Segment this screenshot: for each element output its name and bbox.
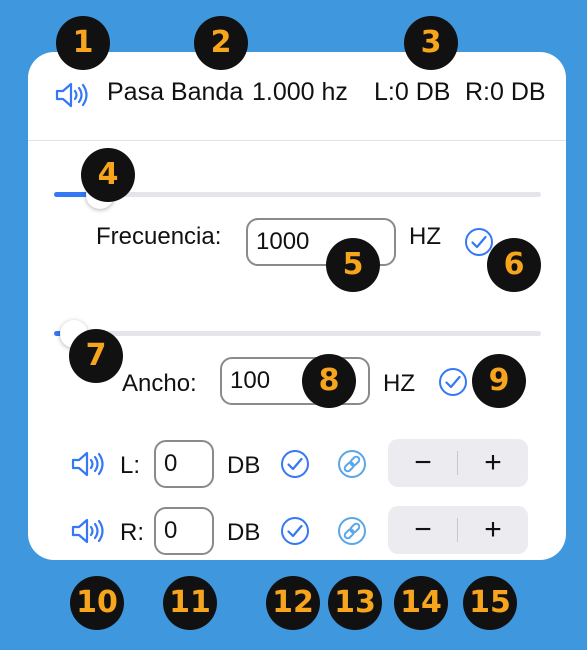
annotation-badge: 4 (81, 148, 135, 202)
annotation-badge: 5 (326, 238, 380, 292)
annotation-badge: 6 (487, 238, 541, 292)
width-unit: HZ (383, 370, 415, 397)
width-slider[interactable] (54, 331, 541, 336)
left-gain-decrement-button[interactable]: − (388, 439, 458, 487)
left-gain-input[interactable] (154, 440, 214, 488)
right-gain-confirm-icon[interactable] (280, 516, 310, 546)
right-gain-increment-button[interactable]: + (458, 506, 528, 554)
left-gain-confirm-icon[interactable] (280, 449, 310, 479)
speaker-wave-icon[interactable] (70, 450, 106, 478)
frequency-unit: HZ (409, 223, 441, 250)
annotation-badge: 7 (69, 329, 123, 383)
annotation-badge: 8 (302, 354, 356, 408)
control-card: Pasa Banda 1.000 hz L:0 DB R:0 DB Frecue… (28, 52, 566, 560)
left-link-icon[interactable] (337, 449, 367, 479)
right-channel-label: R: (120, 519, 144, 546)
left-gain-stepper[interactable]: − + (388, 439, 528, 487)
frequency-label: Frecuencia: (96, 223, 222, 250)
frequency-readout: 1.000 hz (252, 78, 348, 106)
right-gain-unit: DB (227, 519, 261, 546)
annotation-badge: 13 (328, 576, 382, 630)
annotation-badge: 11 (163, 576, 217, 630)
right-gain-readout: R:0 DB (465, 78, 546, 106)
left-channel-label: L: (120, 452, 141, 479)
annotation-badge: 2 (194, 16, 248, 70)
annotation-badge: 10 (70, 576, 124, 630)
speaker-wave-icon[interactable] (54, 81, 90, 109)
annotation-badge: 1 (56, 16, 110, 70)
annotation-badge: 3 (404, 16, 458, 70)
right-gain-stepper[interactable]: − + (388, 506, 528, 554)
right-gain-decrement-button[interactable]: − (388, 506, 458, 554)
speaker-wave-icon[interactable] (70, 517, 106, 545)
left-gain-readout: L:0 DB (374, 78, 451, 106)
annotation-badge: 14 (394, 576, 448, 630)
width-label: Ancho: (122, 370, 197, 397)
right-link-icon[interactable] (337, 516, 367, 546)
left-gain-unit: DB (227, 452, 261, 479)
annotation-badge: 9 (472, 354, 526, 408)
width-confirm-icon[interactable] (438, 367, 468, 397)
left-gain-increment-button[interactable]: + (458, 439, 528, 487)
filter-name: Pasa Banda (107, 78, 244, 106)
annotation-badge: 12 (266, 576, 320, 630)
right-gain-input[interactable] (154, 507, 214, 555)
header-row: Pasa Banda 1.000 hz L:0 DB R:0 DB (28, 52, 566, 141)
annotation-badge: 15 (463, 576, 517, 630)
